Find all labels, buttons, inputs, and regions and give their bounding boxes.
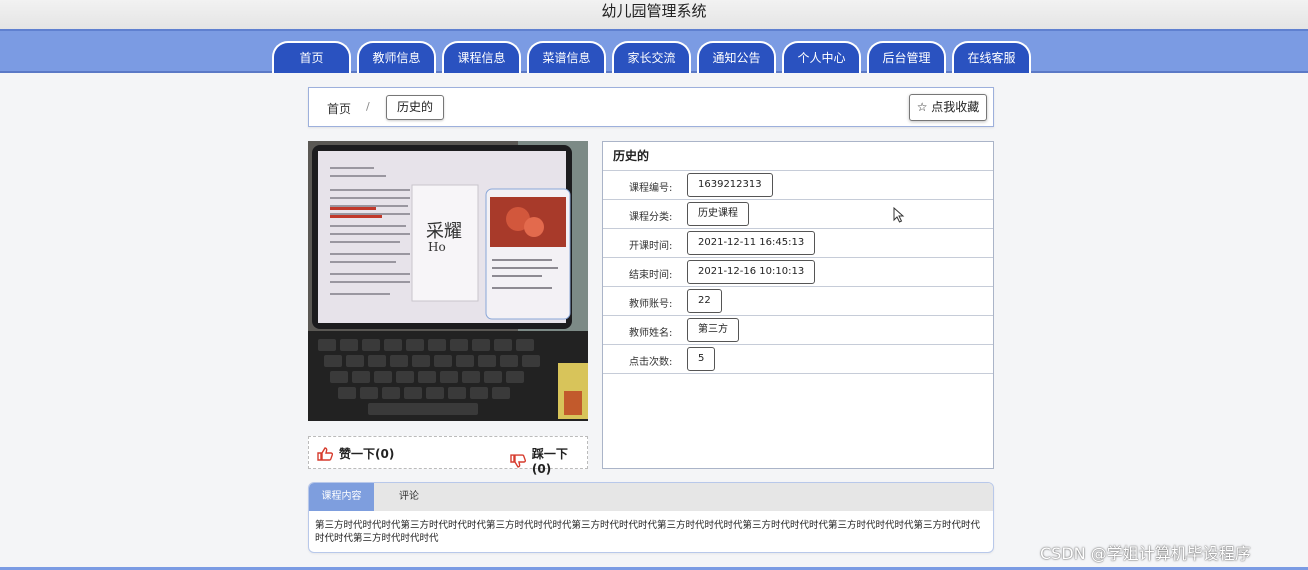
- detail-value: 22: [687, 289, 722, 313]
- mouse-cursor-icon: [893, 207, 905, 223]
- course-detail-panel: 历史的 课程编号: 1639212313 课程分类: 历史课程 开课时间: 20…: [602, 141, 994, 469]
- favorite-button[interactable]: ☆ 点我收藏: [909, 94, 987, 121]
- breadcrumb-separator: /: [366, 100, 370, 113]
- detail-label: 开课时间:: [629, 241, 673, 252]
- thumbs-up-icon: [317, 446, 333, 461]
- vote-box: 赞一下(0) 踩一下(0): [308, 436, 588, 476]
- like-label: 赞一下(0): [339, 447, 395, 461]
- detail-value: 2021-12-16 10:10:13: [687, 260, 816, 284]
- detail-row-start-time: 开课时间: 2021-12-11 16:45:13: [603, 229, 993, 258]
- nav-tab-parent-exchange[interactable]: 家长交流: [612, 41, 691, 73]
- detail-value: 第三方: [687, 318, 739, 342]
- course-content-text: 第三方时代时代时代第三方时代时代时代第三方时代时代时代第三方时代时代时代第三方时…: [315, 520, 981, 544]
- watermark: CSDN @学姐计算机毕设程序: [1040, 544, 1251, 563]
- nav-tab-teacher-info[interactable]: 教师信息: [357, 41, 436, 73]
- app-title: 幼儿园管理系统: [0, 0, 1308, 30]
- tab-comments[interactable]: 评论: [399, 483, 419, 511]
- detail-label: 教师姓名:: [629, 328, 673, 339]
- detail-label: 课程编号:: [629, 183, 673, 194]
- tablet-photo-illustration: 采耀 Ho: [308, 141, 588, 421]
- detail-row-end-time: 结束时间: 2021-12-16 10:10:13: [603, 258, 993, 287]
- course-image: 采耀 Ho: [308, 141, 588, 421]
- detail-row-teacher-account: 教师账号: 22: [603, 287, 993, 316]
- detail-value: 2021-12-11 16:45:13: [687, 231, 816, 255]
- nav-tab-recipe-info[interactable]: 菜谱信息: [527, 41, 606, 73]
- detail-value: 历史课程: [687, 202, 749, 226]
- dislike-button[interactable]: 踩一下(0): [510, 445, 587, 476]
- detail-label: 课程分类:: [629, 212, 673, 223]
- dislike-label: 踩一下(0): [531, 447, 568, 476]
- handwriting-text: 采耀: [426, 221, 462, 242]
- breadcrumb: 首页 / 历史的 ☆ 点我收藏: [308, 87, 994, 127]
- nav-tab-course-info[interactable]: 课程信息: [442, 41, 521, 73]
- detail-row-category: 课程分类: 历史课程: [603, 200, 993, 229]
- tab-course-content[interactable]: 课程内容: [309, 483, 374, 511]
- breadcrumb-home[interactable]: 首页: [327, 100, 351, 117]
- tab-strip: 课程内容 评论: [309, 483, 993, 511]
- nav-tab-personal-center[interactable]: 个人中心: [782, 41, 861, 73]
- detail-label: 点击次数:: [629, 357, 673, 368]
- course-title: 历史的: [603, 142, 993, 171]
- thumbs-down-icon: [510, 453, 526, 468]
- detail-value: 5: [687, 347, 716, 371]
- detail-label: 教师账号:: [629, 299, 673, 310]
- breadcrumb-current: 历史的: [386, 95, 445, 120]
- nav-tab-home[interactable]: 首页: [272, 41, 351, 73]
- detail-value: 1639212313: [687, 173, 773, 197]
- nav-tabs: 首页 教师信息 课程信息 菜谱信息 家长交流 通知公告 个人中心 后台管理 在线…: [272, 41, 1037, 73]
- svg-text:Ho: Ho: [428, 240, 446, 254]
- content-tabs-panel: 课程内容 评论 第三方时代时代时代第三方时代时代时代第三方时代时代时代第三方时代…: [308, 482, 994, 553]
- nav-tab-notices[interactable]: 通知公告: [697, 41, 776, 73]
- nav-tab-admin[interactable]: 后台管理: [867, 41, 946, 73]
- detail-row-course-id: 课程编号: 1639212313: [603, 171, 993, 200]
- detail-label: 结束时间:: [629, 270, 673, 281]
- top-navbar: 首页 教师信息 课程信息 菜谱信息 家长交流 通知公告 个人中心 后台管理 在线…: [0, 29, 1308, 73]
- detail-row-teacher-name: 教师姓名: 第三方: [603, 316, 993, 345]
- nav-tab-online-service[interactable]: 在线客服: [952, 41, 1031, 73]
- like-button[interactable]: 赞一下(0): [317, 445, 394, 462]
- detail-row-click-count: 点击次数: 5: [603, 345, 993, 374]
